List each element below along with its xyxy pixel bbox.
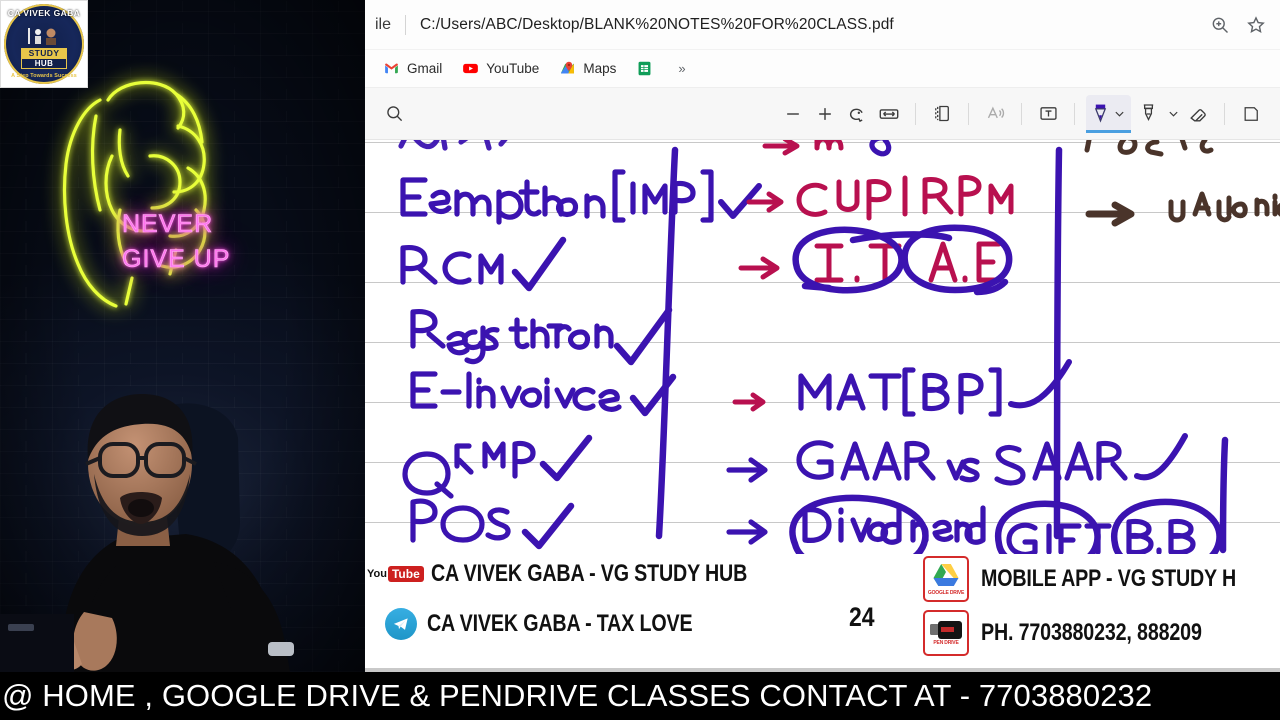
read-aloud-button[interactable] (980, 99, 1010, 129)
minus-icon (787, 112, 799, 115)
pen-drive-icon: PEN DRIVE (923, 610, 969, 656)
toolbar-divider (915, 102, 916, 125)
screen: NEVER GIVE UP CA VIVEK GABA STUDY HUB A … (0, 0, 1280, 720)
save-icon (1244, 106, 1258, 121)
pen-tool-button[interactable] (1086, 94, 1131, 133)
bottom-ticker: @ HOME , GOOGLE DRIVE & PENDRIVE CLASSES… (0, 668, 1280, 720)
address-bar-actions (1210, 15, 1272, 35)
bookmark-sheets[interactable] (628, 56, 668, 81)
youtube-tube-text: Tube (387, 566, 424, 582)
telegram-promo-row: CA VIVEK GABA - TAX LOVE (385, 608, 751, 640)
zoom-in-button[interactable] (810, 99, 840, 129)
eraser-icon (1190, 108, 1206, 121)
address-url[interactable]: C:/Users/ABC/Desktop/BLANK%20NOTES%20FOR… (420, 16, 894, 34)
page-number: 24 (849, 602, 875, 632)
youtube-channel-name: CA VIVEK GABA - VG STUDY HUB (431, 560, 748, 587)
pdf-toolbar-tools (778, 94, 1266, 133)
browser-window: ile C:/Users/ABC/Desktop/BLANK%20NOTES%2… (365, 0, 1280, 672)
phone-text: PH. 7703880232, 888209 (981, 619, 1202, 646)
search-icon (386, 106, 402, 122)
toolbar-divider (1074, 102, 1075, 125)
zoom-out-button[interactable] (778, 99, 808, 129)
star-icon[interactable] (1246, 15, 1266, 35)
highlighter-tool-button[interactable] (1133, 99, 1163, 129)
mobile-app-text: MOBILE APP - VG STUDY H (981, 565, 1237, 592)
youtube-you-text: You (367, 567, 387, 580)
file-menu-label[interactable]: ile (375, 16, 391, 34)
gmail-icon (385, 63, 398, 74)
ticker-top-divider (365, 668, 1280, 672)
pdf-page[interactable]: .bl { fill:none; stroke:#3b13b0; stroke-… (365, 140, 1280, 672)
pdf-toolbar (365, 88, 1280, 140)
fit-to-width-icon (879, 108, 899, 119)
bookmarks-overflow-button[interactable]: » (672, 61, 692, 76)
address-divider (405, 14, 407, 35)
youtube-icon (463, 63, 479, 74)
logo-hub-text: HUB (21, 58, 67, 69)
youtube-promo-row: You Tube CA VIVEK GABA - VG STUDY HUB (367, 560, 817, 588)
bookmark-youtube[interactable]: YouTube (454, 56, 547, 81)
pdf-toolbar-left (379, 99, 409, 129)
add-text-button[interactable] (1033, 99, 1063, 129)
bookmark-gmail[interactable]: Gmail (375, 56, 450, 81)
bookmarks-bar: Gmail YouTube Maps » (365, 50, 1280, 88)
pen-drive-glyph-icon (930, 620, 962, 639)
read-aloud-icon (987, 106, 1004, 119)
save-button[interactable] (1236, 99, 1266, 129)
pen-options-chevron[interactable] (1111, 99, 1127, 129)
toolbar-divider (1021, 102, 1022, 125)
add-text-icon (1039, 107, 1057, 120)
toolbar-divider (968, 102, 969, 125)
toolbar-divider (1224, 102, 1225, 125)
chevron-down-icon (1114, 111, 1124, 117)
pen-drive-caption: PEN DRIVE (933, 639, 959, 646)
mobile-app-promo-row: GOOGLE DRIVE MOBILE APP - VG STUDY H (923, 556, 1280, 602)
bookmark-maps[interactable]: Maps (551, 56, 624, 81)
channel-logo-badge: CA VIVEK GABA STUDY HUB A Step Towards S… (0, 0, 88, 88)
fit-to-width-button[interactable] (874, 99, 904, 129)
chevron-down-icon (1168, 111, 1178, 117)
logo-study-text: STUDY (21, 48, 67, 58)
google-drive-caption: GOOGLE DRIVE (927, 589, 965, 596)
eraser-tool-button[interactable] (1183, 99, 1213, 129)
highlighter-icon (1143, 103, 1153, 121)
neon-line-2: GIVE UP (122, 245, 231, 274)
plus-icon (819, 107, 831, 120)
page-layout-icon (934, 105, 949, 122)
zoom-in-icon[interactable] (1210, 15, 1230, 35)
neon-sign: NEVER GIVE UP (0, 60, 300, 330)
neon-fist-icon (62, 80, 207, 308)
logo-top-text: CA VIVEK GABA (7, 8, 81, 18)
presenter-figure (0, 394, 294, 672)
search-button[interactable] (379, 99, 409, 129)
telegram-plane-icon (393, 618, 408, 630)
page-layout-button[interactable] (927, 99, 957, 129)
bookmark-label: YouTube (486, 61, 540, 76)
neon-line-1: NEVER (122, 210, 214, 239)
webcam-panel: NEVER GIVE UP CA VIVEK GABA STUDY HUB A … (0, 0, 365, 672)
google-maps-icon (561, 61, 575, 74)
google-drive-glyph-icon (933, 563, 959, 586)
page-promo-strip: You Tube CA VIVEK GABA - VG STUDY HUB CA… (365, 554, 1280, 672)
rotate-icon (849, 108, 863, 122)
logo-figure-icon (28, 28, 56, 45)
address-bar: ile C:/Users/ABC/Desktop/BLANK%20NOTES%2… (365, 0, 1280, 50)
logo-tagline: A Step Towards Success (11, 73, 77, 79)
logo-inner: STUDY HUB (21, 48, 67, 69)
pen-icon (1094, 104, 1107, 123)
rotate-button[interactable] (842, 99, 872, 129)
telegram-channel-name: CA VIVEK GABA - TAX LOVE (427, 610, 693, 637)
ticker-text: @ HOME , GOOGLE DRIVE & PENDRIVE CLASSES… (2, 678, 1153, 713)
phone-promo-row: PEN DRIVE PH. 7703880232, 888209 (923, 610, 1250, 656)
bookmark-label: Gmail (407, 61, 443, 76)
google-drive-icon: GOOGLE DRIVE (923, 556, 969, 602)
youtube-icon: You Tube (367, 562, 425, 586)
bookmark-label: Maps (583, 61, 617, 76)
google-sheets-icon (638, 61, 651, 76)
channel-logo: CA VIVEK GABA STUDY HUB A Step Towards S… (4, 4, 84, 84)
telegram-icon (385, 608, 417, 640)
highlighter-options-chevron[interactable] (1165, 99, 1181, 129)
